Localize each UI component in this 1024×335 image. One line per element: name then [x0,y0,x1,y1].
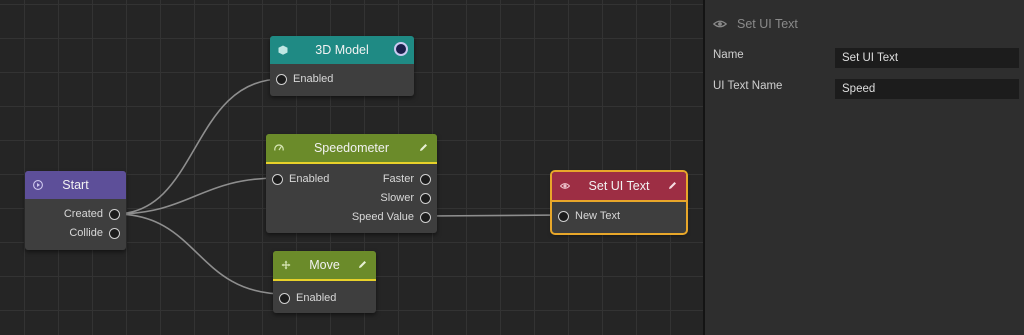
new-text-input-port[interactable] [558,211,569,222]
port-row: Enabled Faster [266,170,437,189]
pencil-icon[interactable] [357,259,368,270]
pencil-icon[interactable] [667,180,678,191]
port-label: Speed Value [351,211,414,223]
port-label: Faster [382,173,414,185]
port-label: Enabled [293,73,334,85]
node-set-ui-text-header[interactable]: Set UI Text [552,172,686,200]
patch-editor-canvas[interactable]: 3D Model Enabled Speedometer Enabled Fas… [0,0,703,335]
node-3d-model[interactable]: 3D Model Enabled [270,36,414,96]
port-label: New Text [575,210,621,222]
gauge-icon [274,144,284,151]
node-title: Move [309,258,340,272]
port-row: Slower [266,189,437,208]
node-start[interactable]: Start Created Collide [25,171,126,250]
created-output-port[interactable] [109,209,120,220]
wire-speed-value-to-new-text [425,214,564,217]
node-title: 3D Model [315,43,369,57]
node-underline [266,162,437,164]
speed-value-output-port[interactable] [420,212,431,223]
inspector-title: Set UI Text [737,17,798,31]
name-field[interactable] [835,48,1019,68]
node-underline [552,200,686,202]
enabled-input-port[interactable] [276,74,287,85]
port-label: Enabled [296,292,337,304]
eye-icon [713,20,727,28]
node-title: Start [62,178,89,192]
node-set-ui-text[interactable]: Set UI Text New Text [550,170,688,235]
port-row: Created [25,205,126,224]
wire-created-to-move-enabled [114,213,286,295]
node-speedometer[interactable]: Speedometer Enabled Faster Slower Speed … [266,134,437,233]
enabled-input-port[interactable] [272,174,283,185]
port-label: Slower [380,192,414,204]
node-3d-model-header[interactable]: 3D Model [270,36,414,64]
node-move-header[interactable]: Move [273,251,376,279]
port-label: Enabled [289,173,330,185]
slower-output-port[interactable] [420,193,431,204]
port-row: Enabled [273,289,376,308]
enabled-input-port[interactable] [279,293,290,304]
port-row: Enabled [270,70,414,89]
node-speedometer-header[interactable]: Speedometer [266,134,437,162]
wire-created-to-speedometer-enabled [114,177,279,215]
port-row: Collide [25,224,126,243]
play-icon [33,180,43,190]
name-label: Name [713,49,744,61]
faster-output-port[interactable] [420,174,431,185]
move-arrows-icon [281,260,291,270]
model-asset-icon[interactable] [394,42,408,56]
port-label: Created [63,208,103,220]
node-title: Set UI Text [588,179,650,193]
ui-text-name-label: UI Text Name [713,80,783,92]
eye-icon [560,183,570,189]
port-row: Speed Value [266,208,437,227]
pencil-icon[interactable] [418,142,429,153]
cube-icon [278,45,288,55]
collide-output-port[interactable] [109,228,120,239]
node-underline [273,279,376,281]
node-start-header[interactable]: Start [25,171,126,199]
port-row: New Text [552,207,686,226]
node-title: Speedometer [313,141,390,155]
node-move[interactable]: Move Enabled [273,251,376,313]
wire-created-to-model-enabled [114,78,283,215]
ui-text-name-field[interactable] [835,79,1019,99]
port-label: Collide [69,227,103,239]
inspector-panel: Set UI Text Name UI Text Name [705,0,1024,335]
